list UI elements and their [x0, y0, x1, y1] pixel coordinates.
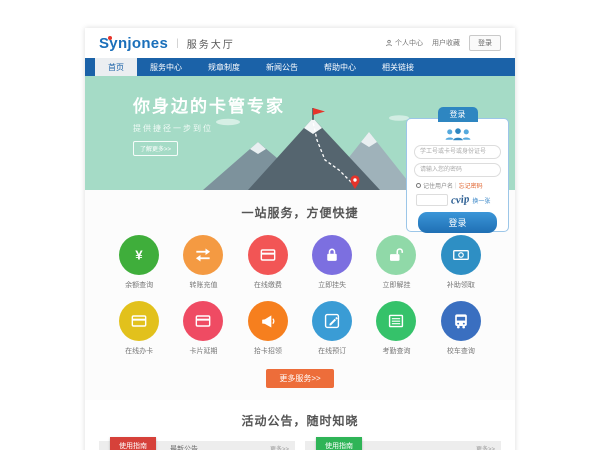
login-submit-button[interactable]: 登录 [418, 212, 497, 233]
username-input[interactable] [414, 145, 501, 159]
nav-item[interactable]: 相关链接 [369, 58, 427, 76]
card-icon [183, 301, 223, 341]
service-item[interactable]: 在线办卡 [107, 301, 171, 356]
nav-item[interactable]: 新闻公告 [253, 58, 311, 76]
captcha-input[interactable] [416, 194, 448, 206]
service-item[interactable]: 卡片延期 [171, 301, 235, 356]
captcha-image: cvip [451, 193, 470, 207]
transfer-icon [183, 235, 223, 275]
service-item[interactable]: 考勤查询 [364, 301, 428, 356]
bus-icon [441, 301, 481, 341]
remember-row: 记住用户名 | 忘记密码 [407, 181, 508, 190]
announcements-section: 活动公告，随时知晓 使用指南最新公告更多>>使用指南更多>> [85, 400, 515, 450]
service-item[interactable]: 在线缴费 [236, 235, 300, 290]
unlock-icon [376, 235, 416, 275]
service-item[interactable]: 拾卡招领 [236, 301, 300, 356]
service-label: 余额查询 [125, 280, 153, 290]
announcement-tabbar: 使用指南最新公告更多>> [99, 441, 295, 450]
more-link[interactable]: 更多>> [270, 444, 295, 450]
header: Synjones | 服务大厅 个人中心 用户收藏 登录 [85, 28, 515, 58]
captcha-row: cvip 换一张 [407, 194, 508, 206]
banknote-icon [441, 235, 481, 275]
service-item[interactable]: 立即解挂 [364, 235, 428, 290]
ribbon-tab[interactable]: 使用指南 [110, 437, 156, 450]
hero-banner: 你身边的卡管专家 提供捷径一步到位 了解更多>> 登录 [85, 76, 515, 190]
favorites-label: 用户收藏 [432, 38, 460, 48]
services-grid: ¥ 余额查询 转账充值 在线缴费 立即挂失 立即解挂 补助领取在线办卡 卡片延期 拾卡招领 在线预… [85, 235, 515, 356]
personal-center-link[interactable]: 个人中心 [385, 38, 423, 48]
page: Synjones | 服务大厅 个人中心 用户收藏 登录 首页服务中心规章制度新… [85, 28, 515, 450]
logo: Synjones [99, 35, 168, 52]
announcement-panels: 使用指南最新公告更多>>使用指南更多>> [99, 441, 501, 450]
favorites-link[interactable]: 用户收藏 [432, 38, 460, 48]
personal-center-label: 个人中心 [395, 38, 423, 48]
header-login-button[interactable]: 登录 [469, 35, 501, 51]
service-item[interactable]: 转账充值 [171, 235, 235, 290]
nav-item[interactable]: 首页 [95, 58, 137, 76]
hero-cta-button[interactable]: 了解更多>> [133, 141, 178, 156]
service-item[interactable]: 补助领取 [429, 235, 493, 290]
service-label: 拾卡招领 [254, 346, 282, 356]
service-label: 立即挂失 [318, 280, 346, 290]
service-item[interactable]: ¥ 余额查询 [107, 235, 171, 290]
ribbon-tab[interactable]: 使用指南 [316, 437, 362, 450]
refresh-captcha-link[interactable]: 换一张 [472, 196, 490, 205]
remember-checkbox[interactable] [416, 183, 421, 188]
more-services-button[interactable]: 更多服务>> [266, 369, 333, 388]
service-label: 立即解挂 [382, 280, 410, 290]
service-item[interactable]: 校车查询 [429, 301, 493, 356]
header-right: 个人中心 用户收藏 登录 [385, 35, 501, 51]
nav-item[interactable]: 服务中心 [137, 58, 195, 76]
service-label: 在线办卡 [125, 346, 153, 356]
service-label: 卡片延期 [189, 346, 217, 356]
main-nav: 首页服务中心规章制度新闻公告帮助中心相关链接 [85, 58, 515, 76]
password-input[interactable] [414, 163, 501, 177]
remember-label: 记住用户名 [423, 181, 453, 190]
list-icon [376, 301, 416, 341]
row-divider: | [455, 183, 457, 189]
service-item[interactable]: 立即挂失 [300, 235, 364, 290]
announcement-panel: 使用指南最新公告更多>> [99, 441, 295, 450]
announcements-title: 活动公告，随时知晓 [99, 412, 501, 429]
edit-icon [312, 301, 352, 341]
portal-title: 服务大厅 [187, 36, 235, 51]
announcement-tabbar: 使用指南更多>> [305, 441, 501, 450]
yuan-icon: ¥ [119, 235, 159, 275]
service-label: 转账充值 [189, 280, 217, 290]
more-link[interactable]: 更多>> [476, 444, 501, 450]
service-label: 考勤查询 [382, 346, 410, 356]
megaphone-icon [248, 301, 288, 341]
svg-text:¥: ¥ [135, 248, 143, 263]
service-label: 校车查询 [447, 346, 475, 356]
lock-icon [312, 235, 352, 275]
card-icon [119, 301, 159, 341]
logo-divider: | [176, 38, 179, 49]
service-label: 补助领取 [447, 280, 475, 290]
service-item[interactable]: 在线预订 [300, 301, 364, 356]
login-panel: 登录 记住用户名 | 忘记密码 cvip 换一张 [406, 118, 509, 232]
announcement-panel: 使用指南更多>> [305, 441, 501, 450]
users-icon [407, 127, 508, 142]
forgot-password-link[interactable]: 忘记密码 [459, 181, 483, 190]
service-label: 在线预订 [318, 346, 346, 356]
announcement-tab[interactable]: 最新公告 [170, 444, 198, 450]
user-icon [385, 39, 393, 47]
nav-item[interactable]: 帮助中心 [311, 58, 369, 76]
login-tab[interactable]: 登录 [438, 107, 478, 122]
nav-item[interactable]: 规章制度 [195, 58, 253, 76]
card-icon [248, 235, 288, 275]
service-label: 在线缴费 [254, 280, 282, 290]
